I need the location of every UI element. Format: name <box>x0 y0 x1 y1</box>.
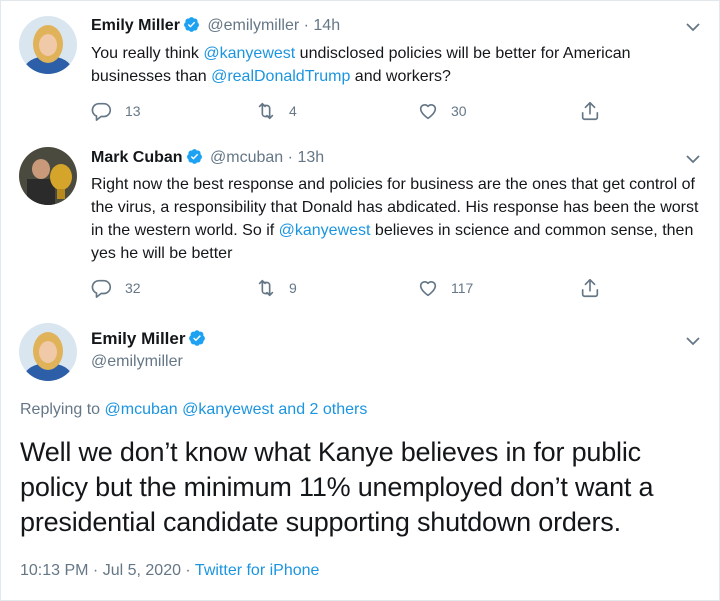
text-segment: and workers? <box>350 68 451 85</box>
reply-button[interactable]: 13 <box>91 100 141 122</box>
author-name[interactable]: Mark Cuban <box>91 149 183 166</box>
action-bar: 32 9 117 <box>91 277 611 299</box>
reply-icon <box>91 279 112 298</box>
chevron-down-icon[interactable] <box>685 153 701 165</box>
separator: · <box>287 149 293 166</box>
retweet-count: 9 <box>289 280 297 296</box>
avatar[interactable] <box>19 147 77 205</box>
author-handle[interactable]: @emilymiller <box>207 17 299 34</box>
replying-targets-link[interactable]: @mcuban @kanyewest and 2 others <box>105 401 368 418</box>
reply-count: 32 <box>125 280 141 296</box>
share-icon <box>581 101 599 121</box>
tweet-thread: Emily Miller @emilymiller · 14h You real… <box>0 0 720 601</box>
tweet-text: Right now the best response and policies… <box>91 173 711 265</box>
chevron-down-icon[interactable] <box>685 335 701 347</box>
separator: · <box>303 17 309 34</box>
author-handle[interactable]: @emilymiller <box>91 353 183 371</box>
main-tweet-text: Well we don’t know what Kanye believes i… <box>20 437 654 537</box>
author-name[interactable]: Emily Miller <box>91 17 180 34</box>
share-icon <box>581 278 599 298</box>
like-button[interactable]: 30 <box>417 100 467 122</box>
action-bar: 13 4 30 <box>91 100 611 122</box>
reply-count: 13 <box>125 103 141 119</box>
verified-badge-icon <box>189 330 206 346</box>
chevron-down-icon[interactable] <box>685 21 701 33</box>
avatar[interactable] <box>19 323 77 381</box>
mention-link[interactable]: @kanyewest <box>279 222 371 239</box>
verified-badge-icon <box>186 149 202 164</box>
mention-link[interactable]: @kanyewest <box>203 45 295 62</box>
tweet-text: You really think @kanyewest undisclosed … <box>91 42 711 88</box>
replying-to: Replying to @mcuban @kanyewest and 2 oth… <box>20 401 367 419</box>
retweet-icon <box>258 102 274 120</box>
retweet-button[interactable]: 9 <box>255 277 297 299</box>
like-count: 30 <box>451 103 467 119</box>
replying-label: Replying to <box>20 401 105 418</box>
heart-icon <box>419 104 437 120</box>
tweet-timestamp[interactable]: 10:13 PM · Jul 5, 2020 · <box>20 562 195 579</box>
reply-icon <box>91 102 112 121</box>
verified-badge-icon <box>183 17 199 32</box>
tweet-header: Mark Cuban @mcuban · 13h <box>91 148 324 168</box>
share-button[interactable] <box>579 100 601 127</box>
like-button[interactable]: 117 <box>417 277 473 299</box>
timestamp[interactable]: 13h <box>297 149 324 166</box>
tweet-source-link[interactable]: Twitter for iPhone <box>195 562 320 579</box>
heart-icon <box>419 281 437 297</box>
text-segment: You really think <box>91 45 204 62</box>
timestamp[interactable]: 14h <box>313 17 340 34</box>
tweet-meta: 10:13 PM · Jul 5, 2020 · Twitter for iPh… <box>20 562 319 580</box>
retweet-count: 4 <box>289 103 297 119</box>
share-button[interactable] <box>579 277 601 304</box>
author-handle[interactable]: @mcuban <box>210 149 283 166</box>
mention-link[interactable]: @realDonaldTrump <box>211 68 350 85</box>
retweet-button[interactable]: 4 <box>255 100 297 122</box>
reply-button[interactable]: 32 <box>91 277 141 299</box>
tweet-header: Emily Miller @emilymiller · 14h <box>91 16 340 36</box>
retweet-icon <box>258 279 274 297</box>
like-count: 117 <box>451 280 474 296</box>
author-name[interactable]: Emily Miller <box>91 329 185 348</box>
avatar[interactable] <box>19 16 77 74</box>
author-name-row: Emily Miller <box>91 329 209 349</box>
